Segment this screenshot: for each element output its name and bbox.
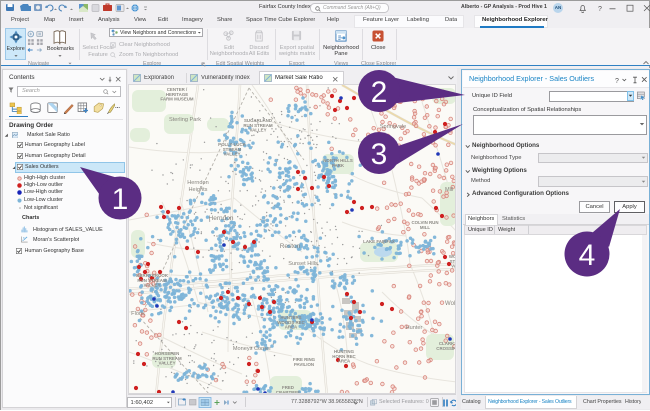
svg-text:Hunter: Hunter	[406, 325, 423, 331]
svg-text:MILL: MILL	[420, 225, 431, 230]
svg-text:AREA: AREA	[285, 325, 298, 330]
svg-text:FARM MUSEUM: FARM MUSEUM	[160, 97, 194, 102]
svg-text:VALLEY: VALLEY	[250, 128, 267, 133]
svg-text:CROSSING: CROSSING	[436, 346, 456, 351]
svg-text:?: ?	[615, 78, 619, 84]
svg-text:Reston: Reston	[280, 243, 301, 250]
svg-text:PAVILION: PAVILION	[294, 362, 314, 367]
svg-text:Wolf: Wolf	[445, 301, 456, 307]
svg-text:Herndon: Herndon	[187, 180, 208, 186]
svg-text:Moneys Corner: Moneys Corner	[233, 346, 271, 352]
svg-text:VALLEY: VALLEY	[224, 152, 241, 157]
svg-text:Sterling Park: Sterling Park	[169, 117, 201, 123]
svg-text:Herndon: Herndon	[209, 215, 234, 222]
svg-text:VA: VA	[451, 264, 456, 269]
svg-text:VALLEY: VALLEY	[144, 283, 161, 288]
svg-text:Springvale: Springvale	[380, 124, 406, 130]
svg-text:Floris: Floris	[131, 311, 145, 317]
svg-text:AREA: AREA	[338, 359, 351, 364]
svg-text:PARK: PARK	[332, 163, 345, 168]
svg-text:Sunset Hills: Sunset Hills	[288, 261, 318, 267]
svg-text:Heights: Heights	[189, 187, 208, 193]
svg-text:VALLEY: VALLEY	[159, 361, 176, 366]
svg-text:LAKE FAIRFAX: LAKE FAIRFAX	[363, 239, 395, 244]
svg-text:Mill R: Mill R	[445, 187, 456, 193]
svg-text:?: ?	[598, 6, 602, 13]
